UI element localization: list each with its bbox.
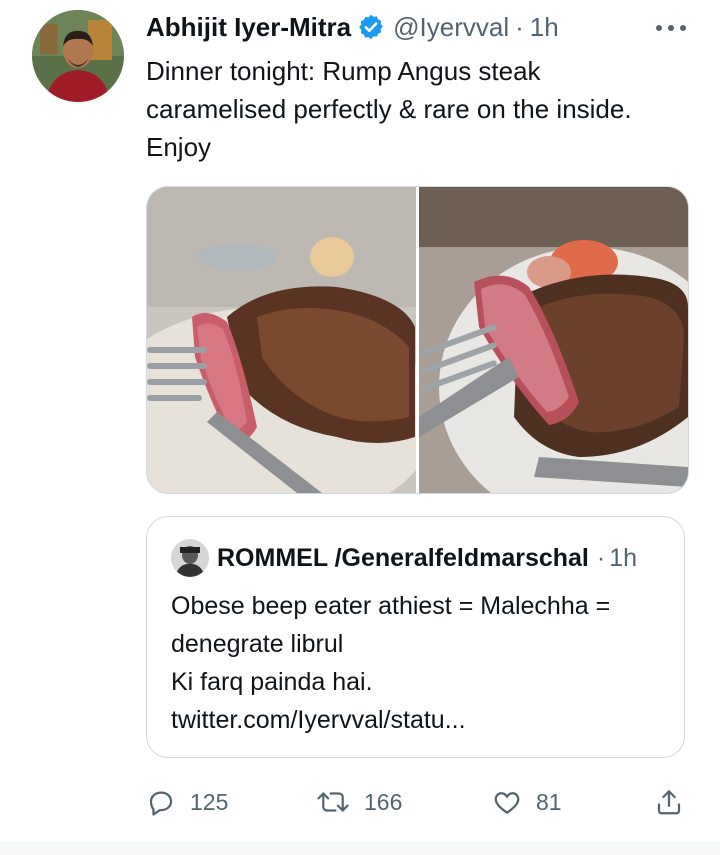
quoted-author-name[interactable]: ROMMEL /Generalfeldmarschal (217, 544, 589, 573)
tweet-text-line: Enjoy (146, 132, 212, 162)
steak-photo-2[interactable] (419, 187, 688, 493)
tweet-timestamp[interactable]: 1h (530, 12, 559, 43)
tweet-header: Abhijit Iyer-Mitra @Iyervval · 1h (146, 8, 559, 46)
like-button[interactable]: 81 (492, 782, 562, 822)
share-icon (654, 787, 684, 817)
like-count: 81 (536, 788, 562, 815)
tweet-text-line: caramelised perfectly & rare on the insi… (146, 94, 632, 124)
more-icon[interactable] (656, 18, 686, 38)
quoted-text-link[interactable]: twitter.com/Iyervval/statu... (171, 701, 671, 739)
share-button[interactable] (654, 782, 684, 822)
header-separator: · (515, 11, 524, 42)
author-name[interactable]: Abhijit Iyer-Mitra (146, 12, 351, 43)
quoted-text-line: Obese beep eater athiest = Malechha = (171, 592, 611, 620)
quoted-text-line: Ki farq painda hai. (171, 668, 373, 696)
tweet-media (146, 186, 689, 494)
author-avatar[interactable] (32, 10, 124, 102)
quoted-author-avatar[interactable] (171, 539, 209, 577)
quoted-tweet-header: ROMMEL /Generalfeldmarschal · 1h (217, 539, 637, 577)
tweet: Abhijit Iyer-Mitra @Iyervval · 1h Dinner… (0, 0, 720, 855)
retweet-icon (316, 787, 350, 817)
tweet-text-line: Dinner tonight: Rump Angus steak (146, 56, 541, 86)
retweet-count: 166 (364, 788, 403, 815)
reply-count: 125 (190, 788, 229, 815)
author-handle[interactable]: @Iyervval (393, 12, 509, 43)
reply-icon (146, 787, 176, 817)
verified-icon (357, 13, 385, 41)
tweet-text: Dinner tonight: Rump Angus steak caramel… (146, 52, 691, 166)
tweet-actions: 125 166 81 (146, 782, 691, 822)
quoted-tweet[interactable]: ROMMEL /Generalfeldmarschal · 1h Obese b… (146, 516, 685, 758)
steak-photo-1[interactable] (147, 187, 416, 493)
like-icon (492, 787, 522, 817)
quoted-text-line: denegrate librul (171, 630, 344, 658)
quoted-tweet-timestamp[interactable]: 1h (609, 544, 637, 573)
retweet-button[interactable]: 166 (316, 782, 402, 822)
next-tweet-divider (0, 842, 720, 855)
reply-button[interactable]: 125 (146, 782, 228, 822)
quoted-header-separator: · (596, 543, 606, 572)
quoted-tweet-text: Obese beep eater athiest = Malechha = de… (171, 587, 671, 739)
